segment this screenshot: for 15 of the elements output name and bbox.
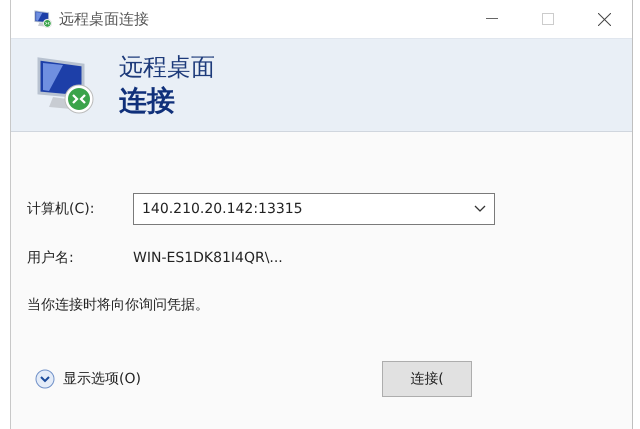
field-label: 计算机(C): (27, 200, 96, 218)
minimize-icon (486, 18, 498, 20)
info-message: 当你连接时将向你询问凭据。 (27, 296, 210, 314)
banner-subtitle: 连接 (119, 83, 176, 119)
show-options-toggle[interactable]: 显示选项(O) (27, 369, 141, 389)
app-icon (33, 9, 53, 29)
close-icon (598, 12, 610, 26)
connect-button[interactable]: 连接( (382, 361, 472, 397)
window-title: 远程桌面连接 (59, 10, 149, 28)
banner-title: 远程桌面 (119, 52, 215, 83)
computer-combo[interactable]: 140.210.20.142:13315 (133, 193, 495, 225)
maximize-icon (542, 13, 554, 25)
chevron-down-icon (474, 205, 486, 213)
field-label: 用户名: (27, 249, 75, 267)
username-value: WIN-ES1DK81I4QR\... (133, 250, 283, 266)
